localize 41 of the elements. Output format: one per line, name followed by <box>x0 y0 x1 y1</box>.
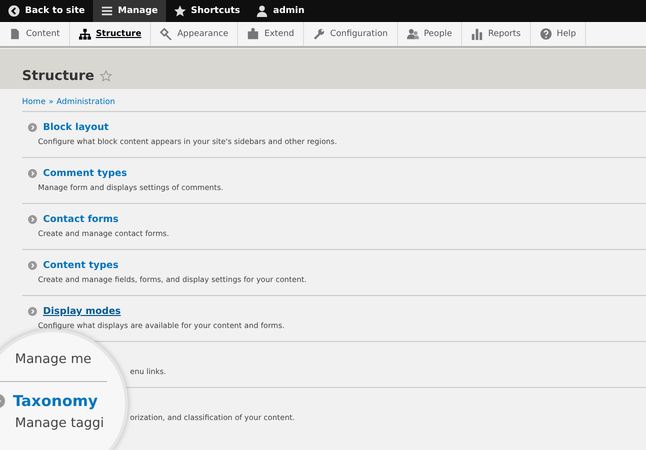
breadcrumb-separator: » <box>48 97 54 106</box>
wrench-icon <box>313 28 326 40</box>
brush-icon <box>160 28 172 40</box>
user-icon <box>256 5 268 17</box>
item-title-link[interactable]: Content types <box>43 260 118 271</box>
document-icon <box>9 28 21 40</box>
toolbar-button[interactable]: Manage <box>92 0 166 22</box>
star-icon <box>174 5 186 17</box>
chevron-circle-icon <box>28 215 37 224</box>
magnified-description: Manage taggi <box>15 416 105 431</box>
breadcrumb-link[interactable]: Administration <box>56 97 116 106</box>
menu-icon <box>100 5 113 17</box>
chevron-circle-icon <box>28 169 37 178</box>
toolbar-button[interactable]: Shortcuts <box>166 0 248 22</box>
nav-tab[interactable]: Help <box>530 22 586 46</box>
nav-tab[interactable]: Structure <box>70 22 152 46</box>
help-icon <box>540 28 552 40</box>
magnified-title: Taxonomy <box>13 392 98 410</box>
chevron-circle-icon <box>28 307 37 316</box>
star-outline-icon[interactable] <box>100 70 112 82</box>
people-icon <box>406 28 419 40</box>
nav-tab[interactable]: Configuration <box>304 22 398 46</box>
item-title-link[interactable]: Block layout <box>43 122 109 133</box>
nav-tab[interactable]: Reports <box>462 22 531 46</box>
page-title: Structure <box>22 68 94 84</box>
hierarchy-icon <box>78 28 91 40</box>
puzzle-icon <box>247 28 260 40</box>
nav-tab[interactable]: Extend <box>238 22 304 46</box>
magnified-description: Manage me <box>15 352 92 367</box>
item-title-link[interactable]: Contact forms <box>43 214 119 225</box>
bar-chart-icon <box>471 28 484 40</box>
nav-tab[interactable]: Appearance <box>151 22 238 46</box>
breadcrumb-link[interactable]: Home <box>22 97 46 106</box>
nav-tab[interactable]: People <box>398 22 462 46</box>
chevron-circle-icon <box>28 261 37 270</box>
nav-tab[interactable]: Content <box>0 22 70 46</box>
toolbar-button[interactable]: Back to site <box>0 0 93 22</box>
chevron-circle-icon <box>28 123 37 132</box>
item-title-link[interactable]: Display modes <box>43 306 121 317</box>
toolbar-button[interactable]: admin <box>248 0 313 22</box>
item-title-link[interactable]: Comment types <box>43 168 127 179</box>
